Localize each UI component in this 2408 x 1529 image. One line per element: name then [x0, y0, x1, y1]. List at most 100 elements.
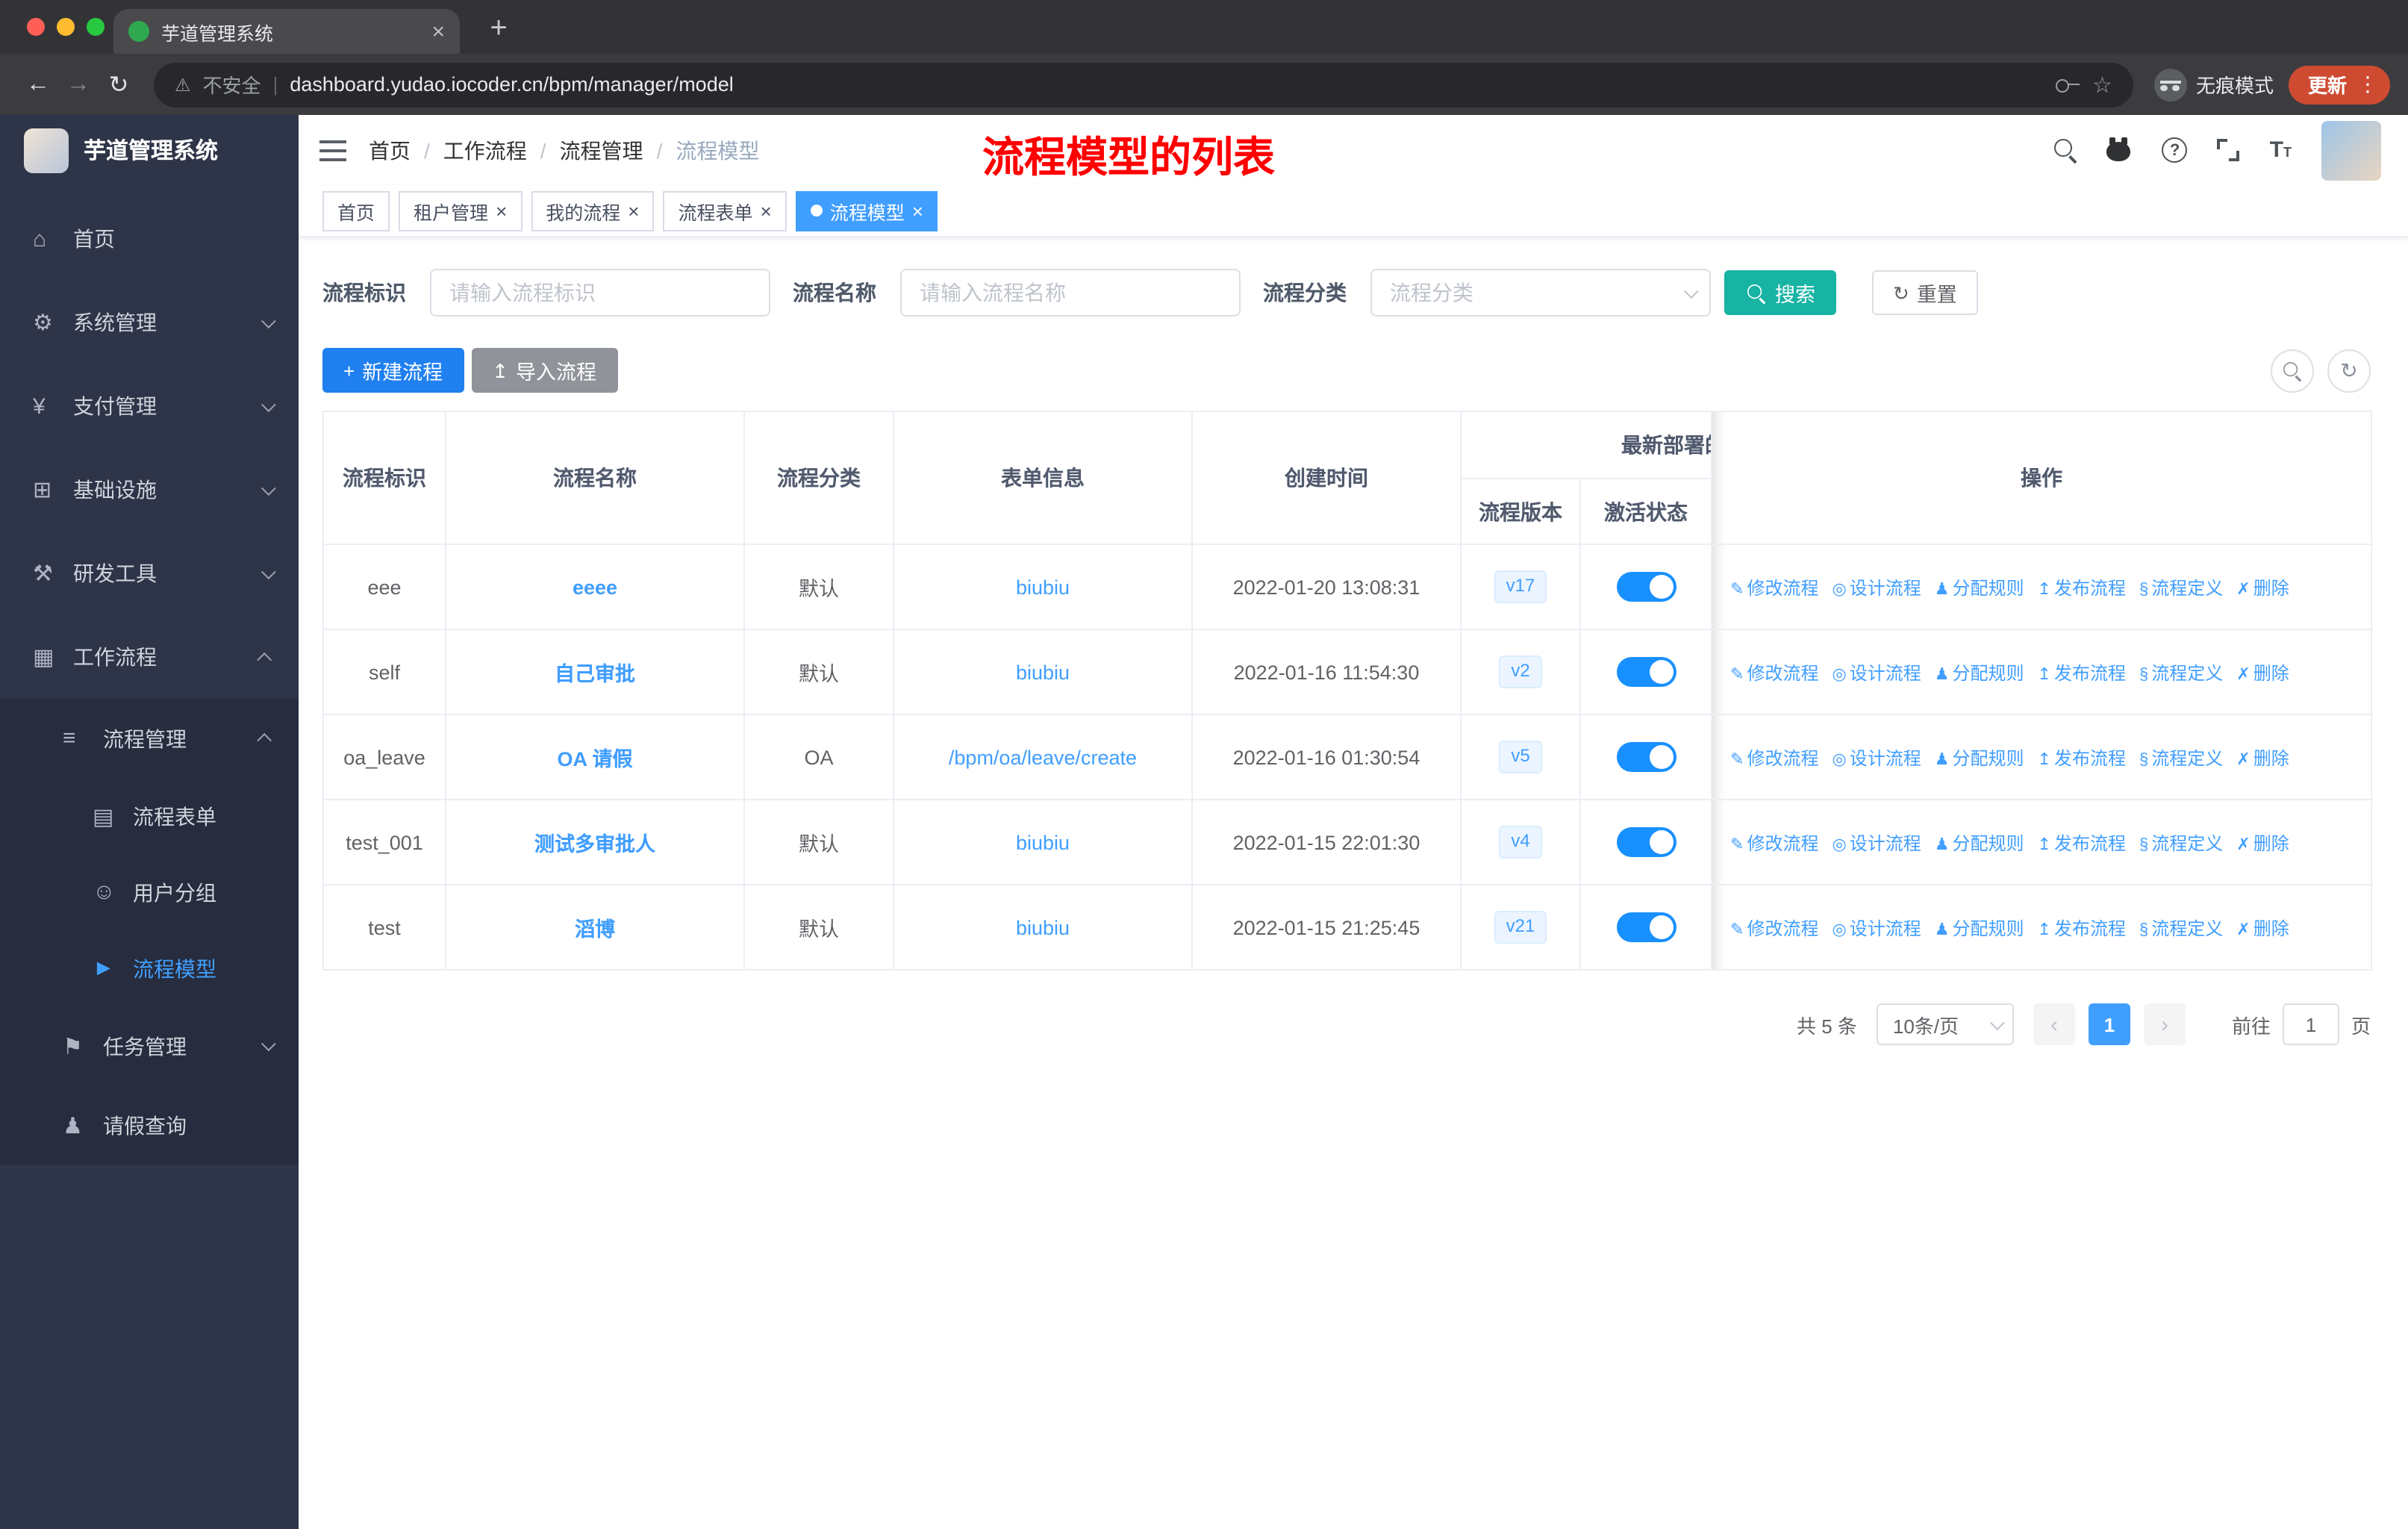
op-delete-link[interactable]: ✗ 删除 [2236, 577, 2289, 598]
sidebar-item-infrastructure[interactable]: ⊞ 基础设施 [0, 448, 299, 532]
close-icon[interactable]: × [628, 201, 639, 220]
active-toggle[interactable] [1616, 912, 1676, 942]
op-deploy-link[interactable]: ↥ 发布流程 [2038, 747, 2126, 768]
op-deploy-link[interactable]: ↥ 发布流程 [2038, 662, 2126, 683]
breadcrumb-item[interactable]: 首页 [369, 135, 411, 165]
op-design-link[interactable]: ◎ 设计流程 [1832, 832, 1921, 853]
tab-close-icon[interactable]: × [431, 19, 445, 44]
security-label[interactable]: 不安全 [203, 70, 261, 99]
op-assign-link[interactable]: ♟ 分配规则 [1935, 832, 2024, 853]
op-definition-link[interactable]: § 流程定义 [2139, 577, 2223, 598]
sidebar-item-process-form[interactable]: ▤ 流程表单 [0, 778, 299, 854]
op-delete-link[interactable]: ✗ 删除 [2236, 918, 2289, 938]
category-select[interactable]: 流程分类 [1370, 269, 1711, 317]
next-page-button[interactable]: › [2143, 1003, 2186, 1045]
sidebar-item-user-group[interactable]: ☺ 用户分组 [0, 854, 299, 930]
toolbar-refresh-button[interactable]: ↻ [2327, 349, 2371, 392]
form-info-link[interactable]: biubiu [1016, 916, 1070, 938]
process-name-link[interactable]: 自己审批 [555, 663, 635, 685]
browser-tab[interactable]: 芋道管理系统 × [113, 9, 460, 54]
op-edit-link[interactable]: ✎ 修改流程 [1730, 918, 1818, 938]
url-text[interactable]: dashboard.yudao.iocoder.cn/bpm/manager/m… [290, 73, 2043, 96]
new-tab-button[interactable]: + [478, 7, 520, 49]
sidebar-item-process-management[interactable]: ≡ 流程管理 [0, 699, 299, 778]
op-definition-link[interactable]: § 流程定义 [2139, 918, 2223, 938]
process-name-link[interactable]: 滔博 [575, 918, 615, 941]
browser-menu-dots-icon[interactable]: ⋮ [2357, 72, 2378, 97]
breadcrumb-item[interactable]: 工作流程 [443, 135, 527, 165]
sidebar-item-payment-management[interactable]: ¥ 支付管理 [0, 364, 299, 448]
active-toggle[interactable] [1616, 572, 1676, 602]
minimize-window-button[interactable] [57, 18, 75, 36]
sidebar-item-process-model[interactable]: ► 流程模型 [0, 930, 299, 1006]
breadcrumb-item[interactable]: 流程管理 [560, 135, 643, 165]
op-assign-link[interactable]: ♟ 分配规则 [1935, 662, 2024, 683]
search-icon[interactable] [2054, 139, 2077, 161]
op-design-link[interactable]: ◎ 设计流程 [1832, 662, 1921, 683]
hamburger-menu-icon[interactable] [319, 140, 346, 161]
back-icon[interactable]: ← [18, 71, 58, 98]
form-info-link[interactable]: biubiu [1016, 576, 1070, 598]
op-deploy-link[interactable]: ↥ 发布流程 [2038, 918, 2126, 938]
bookmark-star-icon[interactable]: ☆ [2092, 71, 2112, 98]
password-key-icon[interactable] [2055, 77, 2080, 92]
op-edit-link[interactable]: ✎ 修改流程 [1730, 577, 1818, 598]
close-window-button[interactable] [27, 18, 45, 36]
sidebar-item-leave-query[interactable]: ♟ 请假查询 [0, 1086, 299, 1165]
form-info-link[interactable]: /bpm/oa/leave/create [949, 746, 1137, 768]
op-deploy-link[interactable]: ↥ 发布流程 [2038, 577, 2126, 598]
sidebar-item-task-management[interactable]: ⚑ 任务管理 [0, 1006, 299, 1086]
active-toggle[interactable] [1616, 657, 1676, 687]
reset-button[interactable]: ↻ 重置 [1872, 270, 1978, 315]
sidebar-item-home[interactable]: ⌂ 首页 [0, 197, 299, 281]
op-delete-link[interactable]: ✗ 删除 [2236, 832, 2289, 853]
tag-process-form[interactable]: 流程表单 × [663, 190, 787, 231]
close-icon[interactable]: × [761, 201, 772, 220]
prev-page-button[interactable]: ‹ [2033, 1003, 2075, 1045]
op-definition-link[interactable]: § 流程定义 [2139, 747, 2223, 768]
goto-page-input[interactable] [2282, 1003, 2339, 1045]
op-design-link[interactable]: ◎ 设计流程 [1832, 918, 1921, 938]
op-design-link[interactable]: ◎ 设计流程 [1832, 747, 1921, 768]
op-edit-link[interactable]: ✎ 修改流程 [1730, 747, 1818, 768]
toolbar-search-button[interactable] [2271, 349, 2314, 392]
form-info-link[interactable]: biubiu [1016, 661, 1070, 683]
op-delete-link[interactable]: ✗ 删除 [2236, 747, 2289, 768]
user-avatar[interactable] [2321, 120, 2381, 180]
sidebar-logo[interactable]: 芋道管理系统 [0, 115, 299, 185]
create-process-button[interactable]: + 新建流程 [322, 348, 464, 393]
tag-home[interactable]: 首页 [322, 190, 390, 231]
active-toggle[interactable] [1616, 827, 1676, 857]
close-icon[interactable]: × [912, 201, 923, 220]
process-name-link[interactable]: OA 请假 [558, 748, 633, 770]
tag-tenant-management[interactable]: 租户管理 × [399, 190, 523, 231]
address-bar[interactable]: ⚠ 不安全 | dashboard.yudao.iocoder.cn/bpm/m… [154, 62, 2133, 107]
page-size-select[interactable]: 10条/页 [1876, 1003, 2014, 1045]
tag-my-process[interactable]: 我的流程 × [531, 190, 655, 231]
op-delete-link[interactable]: ✗ 删除 [2236, 662, 2289, 683]
process-key-input[interactable] [430, 269, 770, 317]
op-edit-link[interactable]: ✎ 修改流程 [1730, 662, 1818, 683]
current-page-button[interactable]: 1 [2088, 1003, 2130, 1045]
forward-icon[interactable]: → [58, 71, 99, 98]
github-icon[interactable] [2106, 137, 2133, 163]
import-process-button[interactable]: ↥ 导入流程 [471, 348, 617, 393]
form-info-link[interactable]: biubiu [1016, 831, 1070, 853]
process-name-link[interactable]: eeee [573, 576, 617, 598]
op-definition-link[interactable]: § 流程定义 [2139, 832, 2223, 853]
process-name-link[interactable]: 测试多审批人 [534, 833, 655, 856]
close-icon[interactable]: × [496, 201, 507, 220]
op-assign-link[interactable]: ♟ 分配规则 [1935, 747, 2024, 768]
process-name-input[interactable] [900, 269, 1241, 317]
reload-icon[interactable]: ↻ [99, 69, 139, 99]
sidebar-item-dev-tools[interactable]: ⚒ 研发工具 [0, 532, 299, 615]
help-icon[interactable]: ? [2162, 137, 2188, 163]
op-design-link[interactable]: ◎ 设计流程 [1832, 577, 1921, 598]
zoom-window-button[interactable] [87, 18, 105, 36]
fullscreen-icon[interactable] [2217, 139, 2240, 161]
tag-process-model[interactable]: 流程模型 × [795, 190, 938, 231]
search-button[interactable]: 搜索 [1724, 270, 1836, 315]
op-edit-link[interactable]: ✎ 修改流程 [1730, 832, 1818, 853]
sidebar-item-system-management[interactable]: ⚙ 系统管理 [0, 281, 299, 364]
op-assign-link[interactable]: ♟ 分配规则 [1935, 918, 2024, 938]
